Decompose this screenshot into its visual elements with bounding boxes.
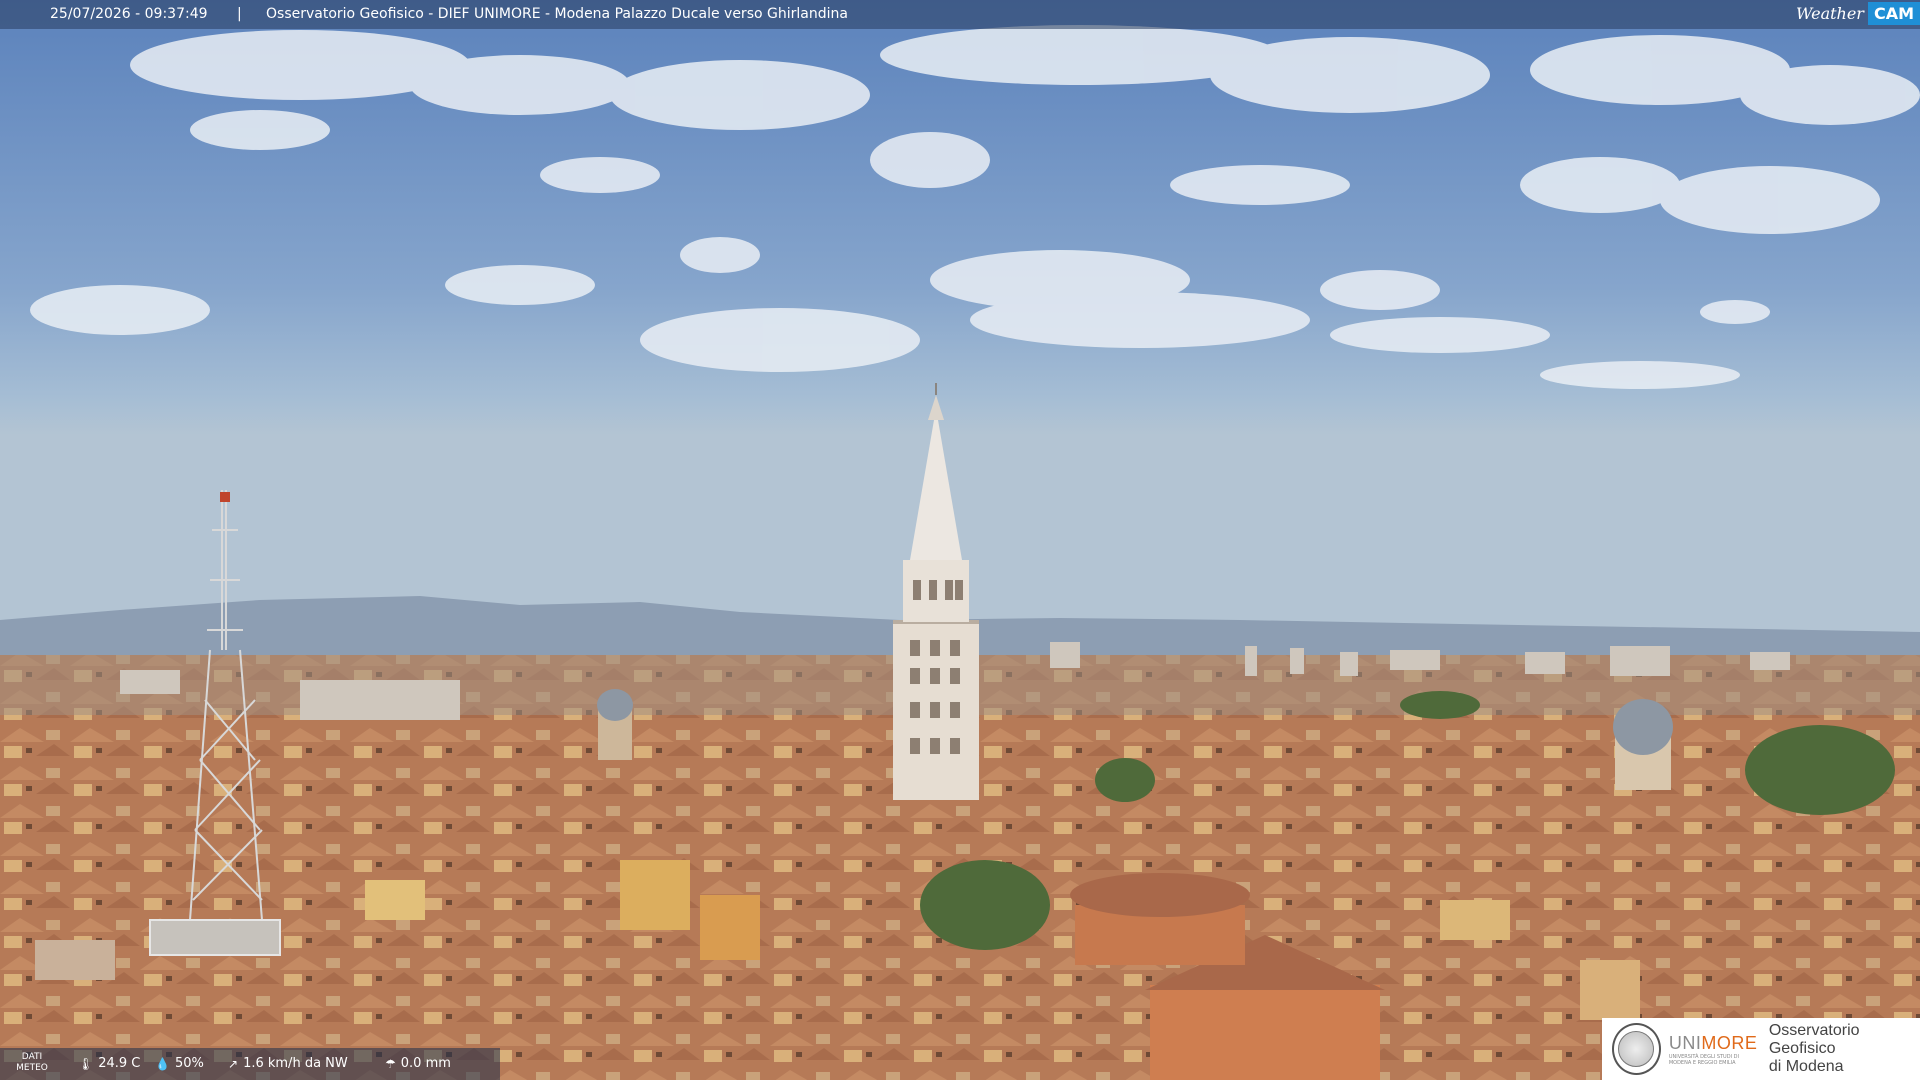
temperature-value: 24.9 C bbox=[98, 1056, 141, 1071]
university-seal-icon bbox=[1612, 1023, 1661, 1075]
wind-reading: ↗ 1.6 km/h da NW bbox=[228, 1056, 348, 1071]
header-separator: | bbox=[237, 6, 242, 22]
temperature-reading: 🌡 24.9 C bbox=[78, 1056, 140, 1071]
humidity-drop-icon: 💧 bbox=[155, 1056, 170, 1071]
unimore-brand-orange: MORE bbox=[1701, 1032, 1758, 1053]
rain-gauge-icon: ☂ bbox=[385, 1056, 396, 1071]
rain-value: 0.0 mm bbox=[400, 1056, 451, 1071]
meteo-label: DATI METEO bbox=[16, 1052, 48, 1073]
observatory-name: Osservatorio Geofisico di Modena bbox=[1768, 1022, 1860, 1075]
humidity-reading: 💧 50% bbox=[155, 1056, 204, 1071]
humidity-value: 50% bbox=[174, 1056, 204, 1071]
wind-value: 1.6 km/h da NW bbox=[243, 1056, 348, 1071]
webcam-view bbox=[0, 0, 1920, 1080]
unimore-brand: UNIMORE UNIVERSITÀ DEGLI STUDI DI MODENA… bbox=[1669, 1033, 1759, 1066]
weathercam-logo: Weather CAM bbox=[1792, 0, 1920, 27]
weathercam-logo-cam: CAM bbox=[1867, 2, 1920, 25]
meteo-data-bar: DATI METEO 🌡 24.9 C 💧 50% ↗ 1.6 km/h da … bbox=[0, 1048, 500, 1080]
webcam-title: Osservatorio Geofisico - DIEF UNIMORE - … bbox=[266, 6, 848, 22]
unimore-logo-panel: UNIMORE UNIVERSITÀ DEGLI STUDI DI MODENA… bbox=[1602, 1018, 1920, 1080]
weathercam-logo-weather: Weather bbox=[1795, 4, 1864, 23]
timestamp: 25/07/2026 - 09:37:49 bbox=[50, 6, 208, 22]
unimore-brand-gray: UNI bbox=[1668, 1032, 1702, 1053]
rain-reading: ☂ 0.0 mm bbox=[385, 1056, 451, 1071]
webcam-header-bar: 25/07/2026 - 09:37:49 | Osservatorio Geo… bbox=[0, 0, 1920, 29]
unimore-brand-subtitle: UNIVERSITÀ DEGLI STUDI DI MODENA E REGGI… bbox=[1668, 1053, 1739, 1066]
thermometer-icon: 🌡 bbox=[78, 1056, 94, 1071]
wind-icon: ↗ bbox=[228, 1056, 239, 1071]
